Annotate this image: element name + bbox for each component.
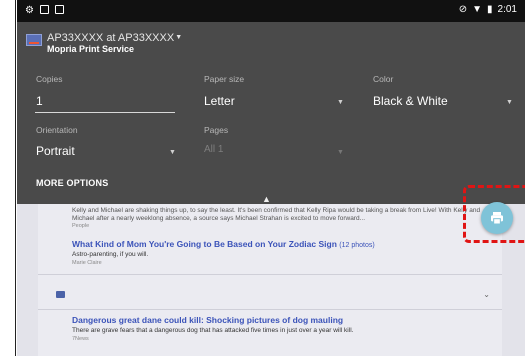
highlight-annotation: [463, 185, 525, 243]
sync-icon: ⊘: [458, 4, 468, 15]
pages-chevron-down-icon[interactable]: ▼: [337, 149, 344, 156]
more-options-button[interactable]: MORE OPTIONS: [36, 178, 108, 188]
printer-selector[interactable]: AP33XXXX at AP33XXXX▼ Mopria Print Servi…: [26, 32, 182, 54]
pages-select[interactable]: All 1: [204, 144, 223, 155]
device-screen: ⚙ ⊘ ▼ ▮ 2:01 AP33XXXX at AP33XXXX▼ Mopri…: [17, 0, 525, 356]
collapse-chevron-up-icon[interactable]: ▲: [262, 194, 271, 204]
status-time: 2:01: [497, 4, 517, 15]
mopria-logo-icon: [26, 34, 42, 46]
printer-dropdown-icon: ▼: [175, 34, 183, 41]
article-subtitle: Astro-parenting, if you will.: [72, 251, 149, 258]
printer-service: Mopria Print Service: [47, 44, 135, 54]
status-bar: ⚙ ⊘ ▼ ▮ 2:01: [17, 0, 525, 22]
article-source: Marie Claire: [72, 260, 102, 266]
left-frame-border: [0, 0, 16, 356]
expand-chevron-down-icon[interactable]: ⌄: [483, 290, 490, 299]
color-select[interactable]: Black & White: [373, 94, 448, 108]
article-title[interactable]: What Kind of Mom You're Going to Be Base…: [72, 239, 337, 249]
printer-name: AP33XXXX at AP33XXXX: [47, 32, 175, 44]
paper-size-chevron-down-icon[interactable]: ▼: [337, 99, 344, 106]
article-snippet: Kelly and Michael are shaking things up,…: [72, 207, 481, 222]
message-icon[interactable]: [56, 291, 65, 298]
copies-label: Copies: [36, 74, 63, 84]
article-source: People: [72, 223, 90, 229]
color-chevron-down-icon[interactable]: ▼: [506, 99, 513, 106]
orientation-label: Orientation: [36, 125, 78, 135]
orientation-select[interactable]: Portrait: [36, 144, 75, 158]
copies-input[interactable]: 1: [36, 94, 43, 108]
article-subtitle: There are grave fears that a dangerous d…: [72, 327, 354, 334]
wifi-icon: ▼: [472, 4, 483, 15]
photo-count: (12 photos): [339, 242, 375, 249]
article-title[interactable]: Dangerous great dane could kill: Shockin…: [72, 315, 343, 325]
paper-size-select[interactable]: Letter: [204, 94, 235, 108]
orientation-chevron-down-icon[interactable]: ▼: [169, 149, 176, 156]
paper-size-label: Paper size: [204, 74, 245, 84]
print-options-panel: AP33XXXX at AP33XXXX▼ Mopria Print Servi…: [17, 22, 525, 204]
article-title-link[interactable]: What Kind of Mom You're Going to Be Base…: [72, 239, 375, 249]
feed-card: Kelly and Michael are shaking things up,…: [38, 204, 502, 356]
feed-divider: [38, 309, 502, 310]
article-source: 7News: [72, 336, 89, 342]
storage-icon: [54, 5, 64, 14]
message-icon: [39, 5, 49, 14]
pages-label: Pages: [204, 125, 229, 135]
feed-divider: [38, 274, 502, 275]
notification-icon: ⚙: [25, 5, 34, 16]
battery-icon: ▮: [487, 4, 493, 15]
copies-underline: [35, 112, 175, 113]
background-feed: Kelly and Michael are shaking things up,…: [17, 204, 525, 356]
color-label: Color: [373, 74, 394, 84]
